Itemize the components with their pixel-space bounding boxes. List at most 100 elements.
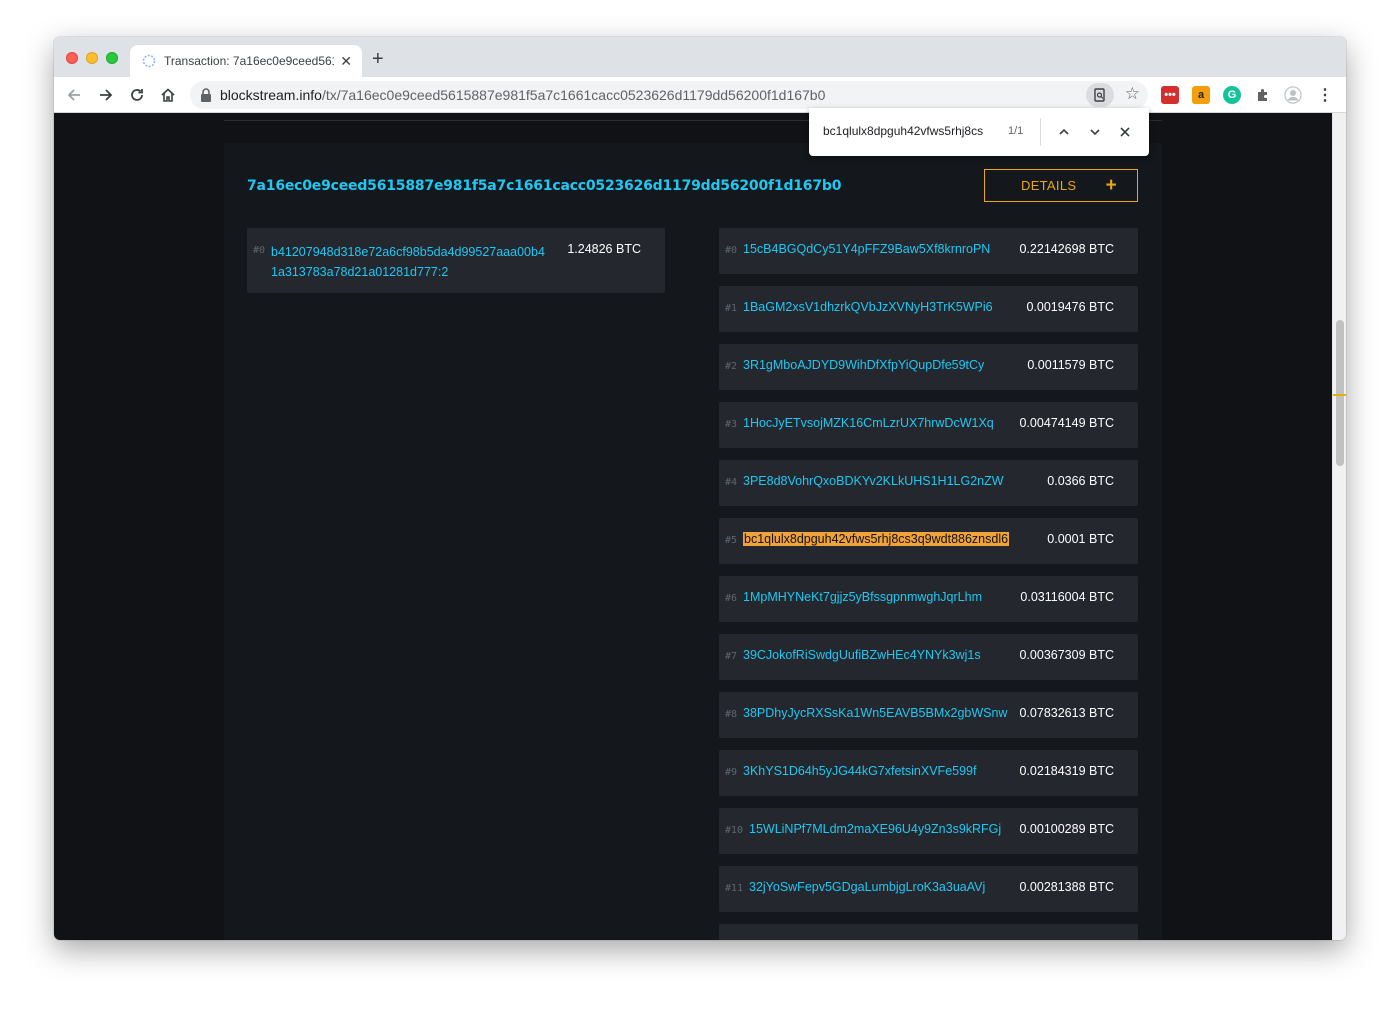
output-amount: 0.22142698 BTC: [1019, 242, 1114, 256]
output-row: #9 3KhYS1D64h5yJG44kG7xfetsinXVFe599f 0.…: [719, 750, 1138, 796]
output-index: #7: [725, 651, 738, 662]
outputs-list: #0 15cB4BGQdCy51Y4pFFZ9Baw5Xf8krnroPN 0.…: [719, 228, 1138, 940]
output-address-link[interactable]: 15cB4BGQdCy51Y4pFFZ9Baw5Xf8krnroPN: [743, 242, 990, 256]
grammarly-icon[interactable]: G: [1223, 86, 1241, 104]
output-index: #3: [725, 419, 738, 430]
amazon-icon[interactable]: a: [1192, 86, 1210, 104]
output-amount: 0.0011579 BTC: [1027, 358, 1114, 372]
home-button[interactable]: [158, 85, 178, 105]
output-amount: 0.02184319 BTC: [1019, 764, 1114, 778]
output-address-link[interactable]: 3R1gMboAJDYD9WihDfXfpYiQupDfe59tCy: [743, 358, 984, 372]
page-viewport: 7a16ec0e9ceed5615887e981f5a7c1661cacc052…: [54, 113, 1332, 940]
close-window-button[interactable]: [66, 52, 78, 64]
url-host: blockstream.info: [220, 87, 322, 103]
output-address-link[interactable]: 1BaGM2xsV1dhzrkQVbJzXVNyH3TrK5WPi6: [743, 300, 993, 314]
output-address-link-find-match[interactable]: bc1qlulx8dpguh42vfws5rhj8cs3q9wdt886znsd…: [743, 532, 1010, 546]
output-amount: 0.00100289 BTC: [1019, 822, 1114, 836]
tab-strip: Transaction: 7a16ec0e9ceed5615887e981f5a…: [54, 37, 1346, 77]
input-amount: 1.24826 BTC: [567, 242, 641, 256]
home-icon: [161, 88, 175, 102]
arrow-left-icon: [67, 89, 80, 101]
puzzle-icon[interactable]: [1254, 86, 1272, 104]
output-index: #5: [725, 535, 738, 546]
tab-title: Transaction: 7a16ec0e9ceed5615887e981f5a…: [164, 54, 335, 68]
chevron-up-icon: [1059, 128, 1069, 135]
output-address-link[interactable]: 3KhYS1D64h5yJG44kG7xfetsinXVFe599f: [743, 764, 976, 778]
output-row: #1 1BaGM2xsV1dhzrkQVbJzXVNyH3TrK5WPi6 0.…: [719, 286, 1138, 332]
output-row: #6 1MpMHYNeKt7gjjz5yBfssgpnmwghJqrLhm 0.…: [719, 576, 1138, 622]
find-bar: bc1qlulx8dpguh42vfws5rhj8cs 1/1: [809, 108, 1149, 156]
output-row: #2 3R1gMboAJDYD9WihDfXfpYiQupDfe59tCy 0.…: [719, 344, 1138, 390]
output-amount: 0.0366 BTC: [1047, 474, 1114, 488]
output-row: #3 1HocJyETvsojMZK16CmLzrUX7hrwDcW1Xq 0.…: [719, 402, 1138, 448]
transaction-panel: 7a16ec0e9ceed5615887e981f5a7c1661cacc052…: [224, 143, 1162, 940]
output-index: #9: [725, 767, 738, 778]
find-divider: [1040, 118, 1041, 146]
output-amount: 0.07832613 BTC: [1019, 706, 1114, 720]
minimize-window-button[interactable]: [86, 52, 98, 64]
find-next-button[interactable]: [1085, 122, 1105, 142]
output-index: #4: [725, 477, 738, 488]
find-page-icon: [1094, 88, 1105, 102]
browser-tab[interactable]: Transaction: 7a16ec0e9ceed5615887e981f5a…: [130, 45, 362, 77]
output-row: #8 38PDhyJycRXSsKa1Wn5EAVB5BMx2gbWSnw 0.…: [719, 692, 1138, 738]
url-text: blockstream.info/tx/7a16ec0e9ceed5615887…: [220, 87, 825, 103]
transaction-id-link[interactable]: 7a16ec0e9ceed5615887e981f5a7c1661cacc052…: [247, 178, 841, 194]
loading-spinner-icon: [142, 54, 156, 68]
output-row-partial: [719, 924, 1138, 940]
output-amount: 0.0019476 BTC: [1026, 300, 1114, 314]
output-row: #11 32jYoSwFepv5GDgaLumbjgLroK3a3uaAVj 0…: [719, 866, 1138, 912]
input-outpoint-link[interactable]: b41207948d318e72a6cf98b5da4d99527aaa00b4…: [271, 242, 551, 282]
output-amount: 0.00367309 BTC: [1019, 648, 1114, 662]
scrollbar-thumb[interactable]: [1336, 320, 1344, 466]
output-row: #7 39CJokofRiSwdgUufiBZwHEc4YNYk3wj1s 0.…: [719, 634, 1138, 680]
output-address-link[interactable]: 1HocJyETvsojMZK16CmLzrUX7hrwDcW1Xq: [743, 416, 994, 430]
browser-window: Transaction: 7a16ec0e9ceed5615887e981f5a…: [54, 37, 1346, 940]
input-row: #0 b41207948d318e72a6cf98b5da4d99527aaa0…: [247, 228, 665, 293]
maximize-window-button[interactable]: [106, 52, 118, 64]
output-row: #10 15WLiNPf7MLdm2maXE96U4y9Zn3s9kRFGj 0…: [719, 808, 1138, 854]
menu-kebab-icon[interactable]: ⋮: [1316, 86, 1334, 104]
url-path: /tx/7a16ec0e9ceed5615887e981f5a7c1661cac…: [321, 87, 826, 103]
find-in-page-button[interactable]: [1086, 83, 1114, 107]
input-index: #0: [253, 245, 266, 256]
output-address-link[interactable]: 1MpMHYNeKt7gjjz5yBfssgpnmwghJqrLhm: [743, 590, 982, 604]
output-address-link[interactable]: 39CJokofRiSwdgUufiBZwHEc4YNYk3wj1s: [743, 648, 981, 662]
output-amount: 0.00474149 BTC: [1019, 416, 1114, 430]
lock-icon: [201, 88, 211, 102]
output-index: #1: [725, 303, 738, 314]
plus-icon: +: [1105, 175, 1117, 196]
output-address-link[interactable]: 3PE8d8VohrQxoBDKYv2KLkUHS1H1LG2nZW: [743, 474, 1004, 488]
find-match-count: 1/1: [1008, 125, 1024, 137]
details-label: DETAILS: [1021, 178, 1077, 193]
back-button[interactable]: [64, 85, 84, 105]
find-input[interactable]: bc1qlulx8dpguh42vfws5rhj8cs: [823, 124, 983, 138]
address-bar[interactable]: blockstream.info/tx/7a16ec0e9ceed5615887…: [190, 81, 1148, 109]
details-button[interactable]: DETAILS +: [984, 169, 1138, 202]
output-index: #11: [725, 883, 744, 894]
output-index: #6: [725, 593, 738, 604]
reload-icon: [131, 89, 143, 101]
find-match-marker: [1333, 394, 1346, 396]
forward-button[interactable]: [96, 85, 116, 105]
find-close-button[interactable]: [1115, 122, 1135, 142]
output-row-highlighted: #5 bc1qlulx8dpguh42vfws5rhj8cs3q9wdt886z…: [719, 518, 1138, 564]
reload-button[interactable]: [127, 85, 147, 105]
find-previous-button[interactable]: [1054, 122, 1074, 142]
close-tab-icon[interactable]: ✕: [340, 54, 352, 68]
profile-icon[interactable]: [1284, 86, 1302, 104]
output-address-link[interactable]: 32jYoSwFepv5GDgaLumbjgLroK3a3uaAVj: [749, 880, 985, 894]
output-row: #4 3PE8d8VohrQxoBDKYv2KLkUHS1H1LG2nZW 0.…: [719, 460, 1138, 506]
output-address-link[interactable]: 15WLiNPf7MLdm2maXE96U4y9Zn3s9kRFGj: [749, 822, 1001, 836]
output-amount: 0.0001 BTC: [1047, 532, 1114, 546]
new-tab-button[interactable]: +: [372, 49, 384, 69]
output-row: #0 15cB4BGQdCy51Y4pFFZ9Baw5Xf8krnroPN 0.…: [719, 228, 1138, 274]
chevron-down-icon: [1090, 129, 1100, 136]
bookmark-star-icon[interactable]: ☆: [1125, 85, 1140, 102]
output-amount: 0.00281388 BTC: [1019, 880, 1114, 894]
page-scrollbar[interactable]: [1332, 113, 1346, 940]
output-address-link[interactable]: 38PDhyJycRXSsKa1Wn5EAVB5BMx2gbWSnw: [743, 706, 1007, 720]
browser-toolbar: blockstream.info/tx/7a16ec0e9ceed5615887…: [54, 77, 1346, 113]
close-icon: [1120, 127, 1130, 137]
lastpass-icon[interactable]: •••: [1161, 86, 1179, 104]
